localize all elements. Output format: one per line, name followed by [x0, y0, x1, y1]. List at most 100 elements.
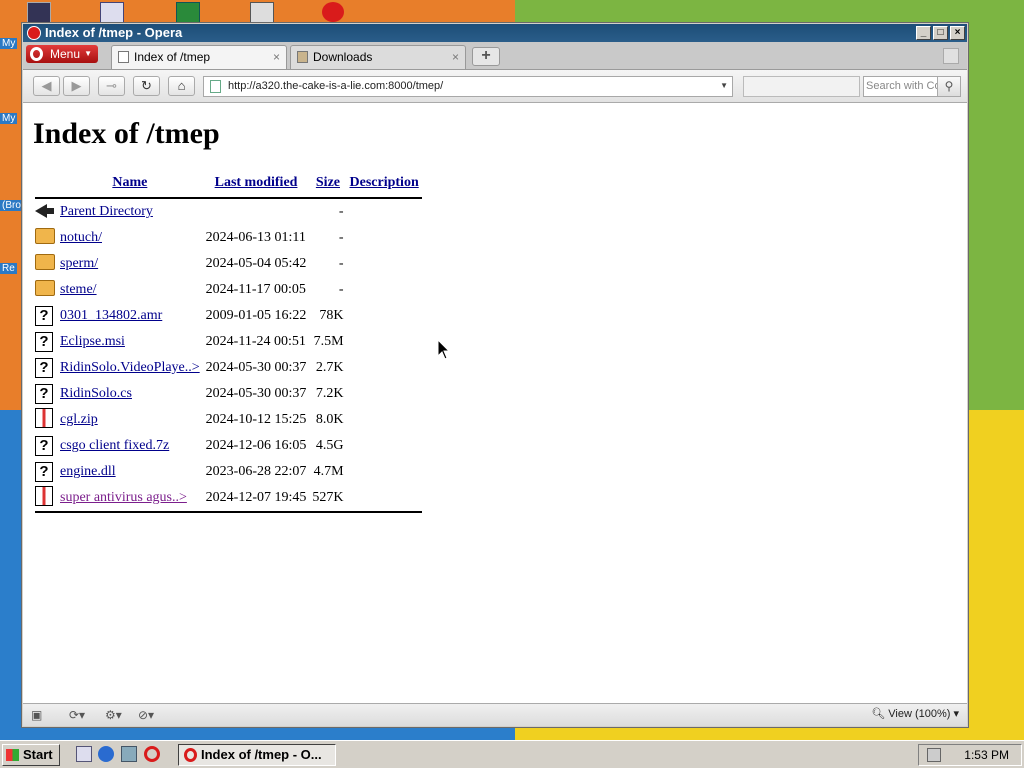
- file-link[interactable]: cgl.zip: [60, 412, 98, 427]
- size-column-header[interactable]: Size: [309, 175, 346, 197]
- name-cell[interactable]: sperm/: [57, 251, 203, 277]
- opera-menu-button[interactable]: Menu ▼: [26, 45, 98, 63]
- name-cell[interactable]: steme/: [57, 277, 203, 303]
- file-link[interactable]: csgo client fixed.7z: [60, 438, 169, 453]
- table-row[interactable]: super antivirus agus..> 2024-12-07 19:45 5…: [35, 485, 422, 511]
- name-cell[interactable]: cgl.zip: [57, 407, 203, 433]
- internet-explorer-icon[interactable]: [98, 746, 114, 762]
- clock[interactable]: 1:53 PM: [964, 748, 1009, 762]
- description-column-header[interactable]: Description: [347, 175, 422, 197]
- table-row[interactable]: ? Eclipse.msi 2024-11-24 00:51 7.5M: [35, 329, 422, 355]
- name-cell[interactable]: notuch/: [57, 225, 203, 251]
- table-row[interactable]: notuch/2024-06-13 01:11 -: [35, 225, 422, 251]
- sort-name-link[interactable]: Name: [112, 175, 147, 190]
- name-cell[interactable]: Eclipse.msi: [57, 329, 203, 355]
- search-icon[interactable]: ⚲: [937, 77, 960, 96]
- zoom-label: View (100%): [888, 708, 951, 720]
- table-row[interactable]: ? engine.dll 2023-06-28 22:07 4.7M: [35, 459, 422, 485]
- desktop-label-3[interactable]: (Bro: [0, 200, 23, 211]
- table-row[interactable]: ? csgo client fixed.7z 2024-12-06 16:05 4.5…: [35, 433, 422, 459]
- unite-icon[interactable]: ⚙▾: [105, 708, 122, 722]
- home-button[interactable]: ⌂: [168, 76, 195, 96]
- speed-dial-preview[interactable]: [743, 76, 860, 97]
- tab-label: Downloads: [313, 50, 373, 64]
- file-link[interactable]: RidinSolo.cs: [60, 386, 132, 401]
- description-cell: [347, 407, 422, 433]
- address-bar[interactable]: http://a320.the-cake-is-a-lie.com:8000/t…: [203, 76, 733, 97]
- tray-network-icon[interactable]: [927, 748, 941, 762]
- taskbar-item-opera[interactable]: Index of /tmep - O...: [178, 744, 336, 766]
- table-row[interactable]: steme/2024-11-17 00:05 -: [35, 277, 422, 303]
- desktop-clock-icon[interactable]: [250, 2, 274, 24]
- trash-icon[interactable]: [943, 48, 959, 64]
- name-cell[interactable]: RidinSolo.cs: [57, 381, 203, 407]
- file-link[interactable]: Eclipse.msi: [60, 334, 125, 349]
- name-cell[interactable]: engine.dll: [57, 459, 203, 485]
- table-row[interactable]: cgl.zip 2024-10-12 15:25 8.0K: [35, 407, 422, 433]
- chevron-down-icon[interactable]: ▼: [720, 81, 728, 90]
- key-icon[interactable]: ⊸: [98, 76, 125, 96]
- description-cell: [347, 355, 422, 381]
- sort-modified-link[interactable]: Last modified: [215, 175, 298, 190]
- description-cell: [347, 433, 422, 459]
- turbo-icon[interactable]: ⊘▾: [138, 708, 154, 722]
- description-cell: [347, 459, 422, 485]
- modified-cell: 2024-05-30 00:37: [205, 360, 307, 375]
- icon-cell: ?: [35, 381, 57, 407]
- table-row[interactable]: sperm/2024-05-04 05:42 -: [35, 251, 422, 277]
- network-icon[interactable]: [121, 746, 137, 762]
- name-cell[interactable]: csgo client fixed.7z: [57, 433, 203, 459]
- desktop-computer-icon[interactable]: [27, 2, 51, 24]
- desktop-excel-icon[interactable]: [176, 2, 200, 24]
- name-column-header[interactable]: Name: [57, 175, 203, 197]
- file-link[interactable]: sperm/: [60, 256, 98, 271]
- desktop-opera-icon[interactable]: [322, 2, 344, 22]
- zoom-control[interactable]: 🔍︎ View (100%) ▾: [871, 707, 959, 720]
- modified-column-header[interactable]: Last modified: [203, 175, 310, 197]
- file-link[interactable]: notuch/: [60, 230, 102, 245]
- back-button[interactable]: ◀: [33, 76, 60, 96]
- desktop-mail-icon[interactable]: [100, 2, 124, 24]
- panel-toggle-icon[interactable]: ▣: [31, 708, 42, 722]
- search-field[interactable]: Search with Co ⚲: [863, 76, 961, 97]
- size-cell: 2.7K: [315, 360, 344, 375]
- url-text[interactable]: http://a320.the-cake-is-a-lie.com:8000/t…: [228, 80, 443, 92]
- opera-quicklaunch-icon[interactable]: [144, 746, 160, 762]
- forward-button[interactable]: ▶: [63, 76, 90, 96]
- desktop-label-1[interactable]: My: [0, 38, 18, 49]
- tab-label: Index of /tmep: [134, 50, 211, 64]
- show-desktop-icon[interactable]: [76, 746, 92, 762]
- file-link[interactable]: steme/: [60, 282, 97, 297]
- sync-icon[interactable]: ⟳▾: [69, 708, 85, 722]
- title-bar[interactable]: Index of /tmep - Opera _ □ ×: [23, 24, 967, 42]
- file-link[interactable]: 0301_134802.amr: [60, 308, 162, 323]
- file-link[interactable]: super antivirus agus..>: [60, 490, 187, 505]
- maximize-button[interactable]: □: [933, 26, 948, 40]
- desktop-label-4[interactable]: Re: [0, 263, 17, 274]
- reload-button[interactable]: ↻: [133, 76, 160, 96]
- sort-size-link[interactable]: Size: [316, 175, 340, 190]
- table-row[interactable]: ? 0301_134802.amr 2009-01-05 16:22 78K: [35, 303, 422, 329]
- name-cell[interactable]: Parent Directory: [57, 199, 203, 225]
- table-row[interactable]: ? RidinSolo.VideoPlaye..> 2024-05-30 00:37…: [35, 355, 422, 381]
- sort-description-link[interactable]: Description: [350, 175, 419, 190]
- tab-index-of-tmep[interactable]: Index of /tmep ×: [111, 45, 287, 69]
- tab-downloads[interactable]: Downloads ×: [290, 45, 466, 69]
- start-label: Start: [23, 747, 53, 762]
- name-cell[interactable]: 0301_134802.amr: [57, 303, 203, 329]
- taskbar-item-label: Index of /tmep - O...: [201, 747, 322, 762]
- desktop-label-2[interactable]: My: [0, 113, 18, 124]
- tab-close-icon[interactable]: ×: [452, 46, 459, 68]
- name-cell[interactable]: RidinSolo.VideoPlaye..>: [57, 355, 203, 381]
- table-row[interactable]: ? RidinSolo.cs 2024-05-30 00:37 7.2K: [35, 381, 422, 407]
- start-button[interactable]: Start: [2, 744, 60, 766]
- close-button[interactable]: ×: [950, 26, 965, 40]
- file-link[interactable]: Parent Directory: [60, 204, 153, 219]
- new-tab-button[interactable]: +: [472, 47, 500, 66]
- name-cell[interactable]: super antivirus agus..>: [57, 485, 203, 511]
- file-link[interactable]: RidinSolo.VideoPlaye..>: [60, 360, 200, 375]
- tab-close-icon[interactable]: ×: [273, 46, 280, 68]
- table-row[interactable]: Parent Directory -: [35, 199, 422, 225]
- file-link[interactable]: engine.dll: [60, 464, 116, 479]
- minimize-button[interactable]: _: [916, 26, 931, 40]
